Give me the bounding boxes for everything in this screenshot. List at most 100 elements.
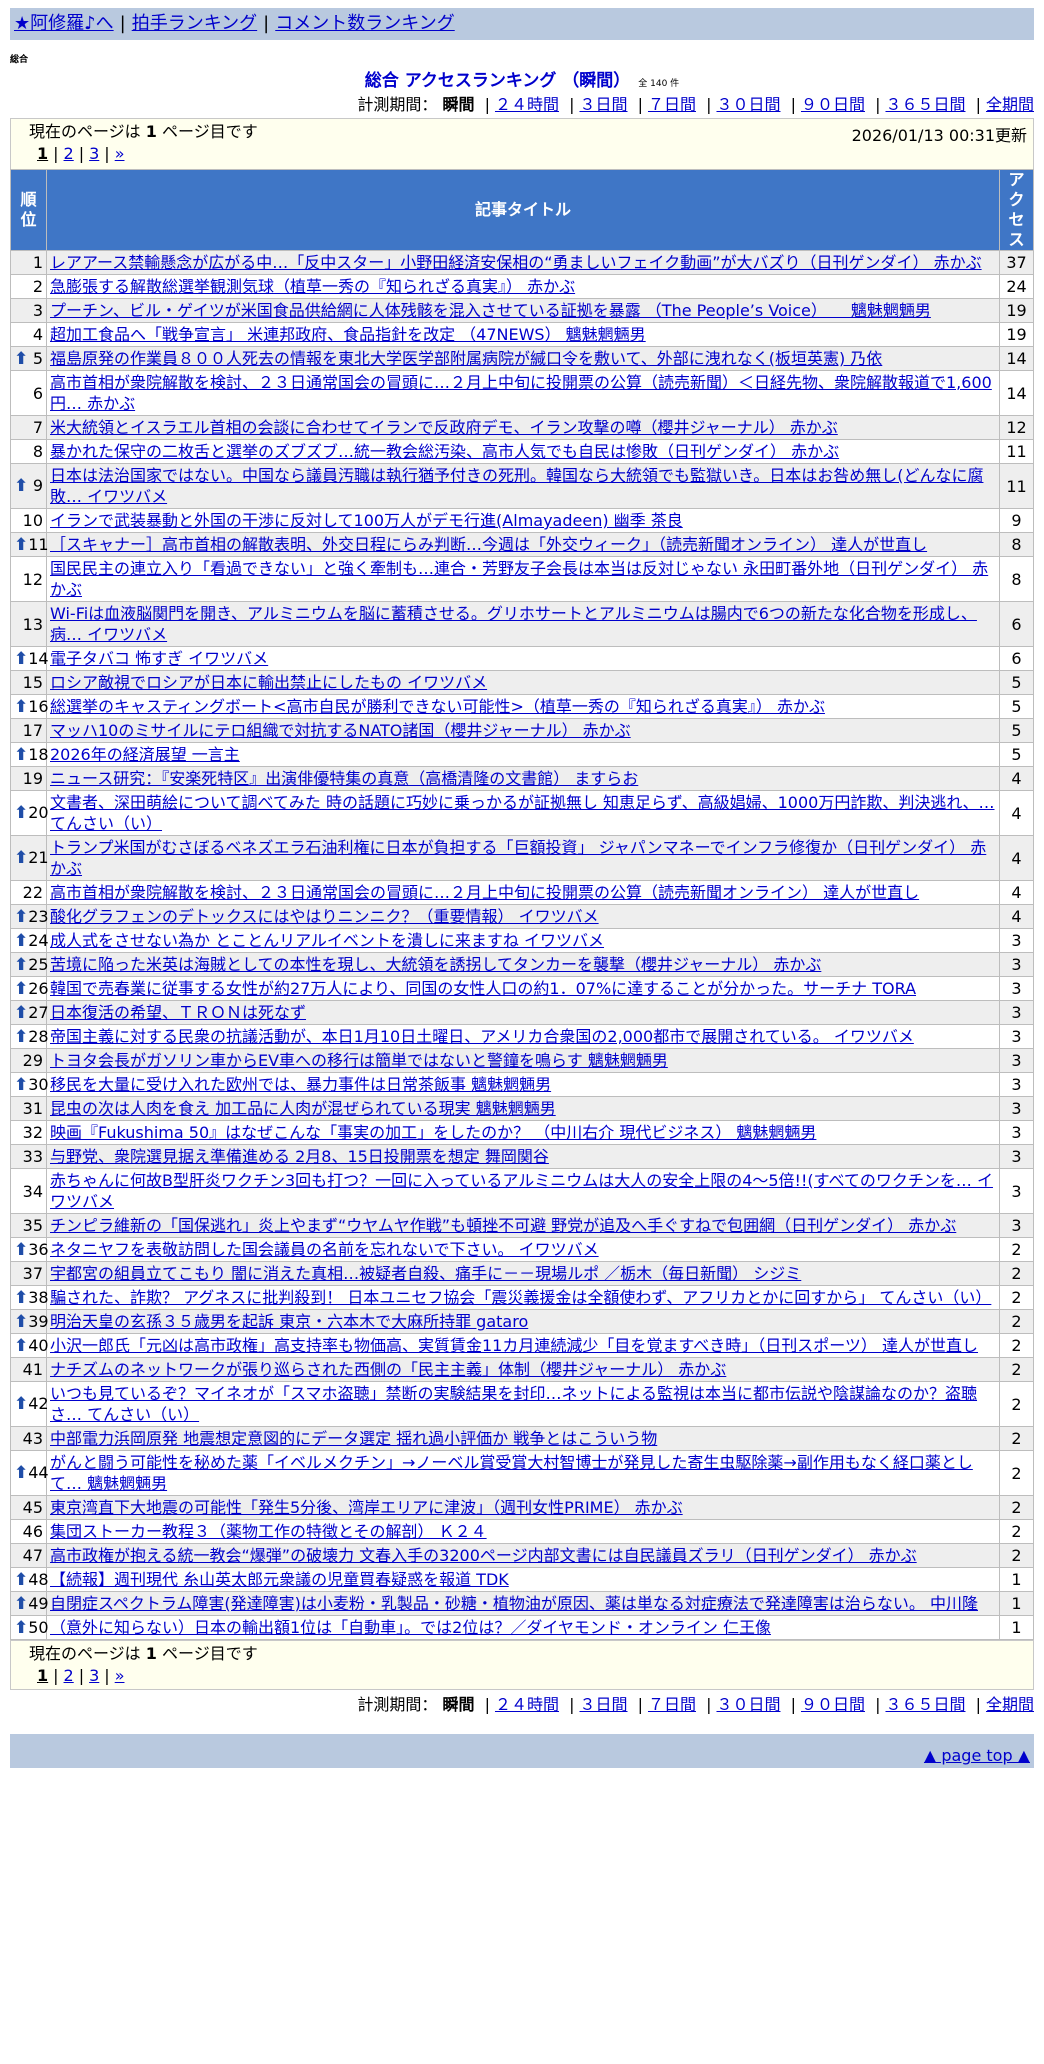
article-title-link[interactable]: 超加工食品へ「戦争宣言」 米連邦政府、食品指針を改定 （47NEWS） 魑魅魍魎… xyxy=(50,325,646,344)
article-title-link[interactable]: トヨタ会長がガソリン車からEV車への移行は簡単ではないと警鐘を鳴らす 魑魅魍魎男 xyxy=(50,1051,668,1070)
period-option[interactable]: ７日間 xyxy=(648,1695,696,1714)
article-title-link[interactable]: 国民民主の連立入り「看過できない」と強く牽制も…連合・芳野友子会長は本当は反対じ… xyxy=(50,559,988,599)
article-title-link[interactable]: 自閉症スペクトラム障害(発達障害)は小麦粉・乳製品・砂糖・植物油が原因、薬は単な… xyxy=(50,1594,978,1613)
rank-cell: 35 xyxy=(10,1213,47,1238)
article-title-link[interactable]: 2026年の経済展望 一言主 xyxy=(50,745,240,764)
article-title-link[interactable]: 宇都宮の組員立てこもり 闇に消えた真相…被疑者自殺、痛手に－－現場ルポ ／栃木（… xyxy=(50,1264,801,1283)
article-title-link[interactable]: 米大統領とイスラエル首相の会談に合わせてイランで反政府デモ、イラン攻撃の噂（櫻井… xyxy=(50,418,838,437)
table-row: ⬆ 39 明治天皇の玄孫３５歳男を起訴 東京・六本木で大麻所持罪 gataro 2 xyxy=(10,1309,1034,1334)
article-title-link[interactable]: 小沢一郎氏「元凶は高市政権」高支持率も物価高、実質賃金11カ月連続減少「目を覚ま… xyxy=(50,1336,978,1355)
period-option[interactable]: ３０日間 xyxy=(716,1695,780,1714)
article-title-link[interactable]: 映画『Fukushima 50』はなぜこんな「事実の加工」をしたのか？ （中川右… xyxy=(50,1123,816,1142)
article-title-link[interactable]: 苦境に陥った米英は海賊としての本性を現し、大統領を誘拐してタンカーを襲撃（櫻井ジ… xyxy=(50,955,821,974)
access-count: 8 xyxy=(999,556,1034,602)
nav-separator: | xyxy=(263,13,270,34)
article-title-link[interactable]: 騙された、詐欺？ アグネスに批判殺到！ 日本ユニセフ協会「震災義援金は全額使わず… xyxy=(50,1288,991,1307)
article-title-link[interactable]: 集団ストーカー教程３（薬物工作の特徴とその解剖） Ｋ２４ xyxy=(50,1522,487,1541)
period-option[interactable]: ２４時間 xyxy=(495,1695,559,1714)
title-cell: 映画『Fukushima 50』はなぜこんな「事実の加工」をしたのか？ （中川右… xyxy=(46,1120,1000,1145)
pager-page-link[interactable]: 2 xyxy=(64,1666,74,1685)
access-count: 4 xyxy=(999,835,1034,881)
period-option[interactable]: ３日間 xyxy=(579,95,627,114)
page: ★阿修羅♪へ | 拍手ランキング | コメント数ランキング 総合 総合 アクセスランキン… xyxy=(0,8,1044,1768)
article-title-link[interactable]: 酸化グラフェンのデトックスにはやはりニンニク？（重要情報） イワツバメ xyxy=(50,907,599,926)
article-title-link[interactable]: マッハ10のミサイルにテロ組織で対抗するNATO諸国（櫻井ジャーナル） 赤かぶ xyxy=(50,721,631,740)
article-title-link[interactable]: 明治天皇の玄孫３５歳男を起訴 東京・六本木で大麻所持罪 gataro xyxy=(50,1312,528,1331)
pager-page-link[interactable]: 2 xyxy=(64,144,74,163)
access-count: 2 xyxy=(999,1357,1034,1382)
title-cell: 文書者、深田萌絵について調べてみた 時の話題に巧妙に乗っかるが証拠無し 知恵足ら… xyxy=(46,790,1000,836)
article-title-link[interactable]: 昆虫の次は人肉を食え 加工品に人肉が混ぜられている現実 魑魅魍魎男 xyxy=(50,1099,556,1118)
article-title-link[interactable]: ナチズムのネットワークが張り巡らされた西側の「民主主義」体制（櫻井ジャーナル） … xyxy=(50,1360,726,1379)
period-option[interactable]: ３６５日間 xyxy=(885,1695,965,1714)
article-title-link[interactable]: 総選挙のキャスティングボート<高市自民が勝利できない可能性>（植草一秀の『知られ… xyxy=(50,697,825,716)
article-title-link[interactable]: ロシア敵視でロシアが日本に輸出禁止にしたもの イワツバメ xyxy=(50,673,487,692)
period-option[interactable]: 全期間 xyxy=(986,1695,1034,1714)
rank-number: 43 xyxy=(22,1429,43,1448)
article-title-link[interactable]: 高市政権が抱える統一教会“爆弾”の破壊力 文春入手の3200ページ内部文書には自… xyxy=(50,1546,917,1565)
article-title-link[interactable]: イランで武装暴動と外国の干渉に反対して100万人がデモ行進(Almayadeen… xyxy=(50,511,683,530)
title-cell: 移民を大量に受け入れた欧州では、暴力事件は日常茶飯事 魑魅魍魎男 xyxy=(46,1072,1000,1097)
article-title-link[interactable]: いつも見ているぞ？マイネオが「スマホ盗聴」禁断の実験結果を封印…ネットによる監視… xyxy=(50,1384,977,1424)
article-title-link[interactable]: 高市首相が衆院解散を検討、２３日通常国会の冒頭に…２月上中旬に投開票の公算（読売… xyxy=(50,883,919,902)
period-option[interactable]: ３６５日間 xyxy=(885,95,965,114)
rank-up-arrow-icon: ⬆ xyxy=(14,930,29,951)
rank-cell: 45 xyxy=(10,1495,47,1520)
period-option[interactable]: ２４時間 xyxy=(495,95,559,114)
access-count: 2 xyxy=(999,1237,1034,1262)
period-option[interactable]: ９０日間 xyxy=(801,95,865,114)
pager-page-link[interactable]: 3 xyxy=(89,144,99,163)
article-title-link[interactable]: Wi-Fiは血液脳関門を開き、アルミニウムを脳に蓄積させる。グリホサートとアルミ… xyxy=(50,604,977,644)
rank-cell: 13 xyxy=(10,601,47,647)
article-title-link[interactable]: チンピラ維新の「国保逃れ」炎上やまず“ウヤムヤ作戦”も頓挫不可避 野党が追及へ手… xyxy=(50,1216,956,1235)
article-title-link[interactable]: 急膨張する解散総選挙観測気球（植草一秀の『知られざる真実』） 赤かぶ xyxy=(50,277,575,296)
article-title-link[interactable]: 中部電力浜岡原発 地震想定意図的にデータ選定 揺れ過小評価か 戦争とはこういう物 xyxy=(50,1429,657,1448)
period-option[interactable]: 全期間 xyxy=(986,95,1034,114)
article-title-link[interactable]: トランプ米国がむさぼるベネズエラ石油利権に日本が負担する「巨額投資」 ジャパンマ… xyxy=(50,838,986,878)
article-title-link[interactable]: 日本は法治国家ではない。中国なら議員汚職は執行猶予付きの死刑。韓国なら大統領でも… xyxy=(50,466,983,506)
article-title-link[interactable]: 移民を大量に受け入れた欧州では、暴力事件は日常茶飯事 魑魅魍魎男 xyxy=(50,1075,551,1094)
article-title-link[interactable]: ニュース研究：『安楽死特区』出演俳優特集の真意（高橋清隆の文書館） ますらお xyxy=(50,769,638,788)
article-title-link[interactable]: 与野党、衆院選見据え準備進める 2月8、15日投開票を想定 舞岡関谷 xyxy=(50,1147,549,1166)
period-option[interactable]: ３日間 xyxy=(579,1695,627,1714)
article-title-link[interactable]: 成人式をさせない為か とことんリアルイベントを潰しに来ますね イワツバメ xyxy=(50,931,604,950)
title-cell: 超加工食品へ「戦争宣言」 米連邦政府、食品指針を改定 （47NEWS） 魑魅魍魎… xyxy=(46,322,1000,347)
article-title-link[interactable]: 日本復活の希望、ＴＲＯＮは死なず xyxy=(50,1003,306,1022)
period-option[interactable]: ３０日間 xyxy=(716,95,780,114)
period-option[interactable]: ７日間 xyxy=(648,95,696,114)
rank-up-arrow-icon: ⬆ xyxy=(14,534,29,555)
table-row: ⬆ 23 酸化グラフェンのデトックスにはやはりニンニク？（重要情報） イワツバメ 4 xyxy=(10,904,1034,929)
article-title-link[interactable]: 電子タバコ 怖すぎ イワツバメ xyxy=(50,649,268,668)
article-title-link[interactable]: レアアース禁輸懸念が広がる中…「反中スター」小野田経済安保相の“勇ましいフェイク… xyxy=(50,253,982,272)
column-header-title: 記事タイトル xyxy=(46,169,1000,251)
article-title-link[interactable]: 文書者、深田萌絵について調べてみた 時の話題に巧妙に乗っかるが証拠無し 知恵足ら… xyxy=(50,793,995,833)
nav-link-comment-ranking[interactable]: コメント数ランキング xyxy=(275,13,454,34)
pager-page-link[interactable]: 3 xyxy=(89,1666,99,1685)
nav-link-clap-ranking[interactable]: 拍手ランキング xyxy=(132,13,257,34)
article-title-link[interactable]: ネタニヤフを表敬訪問した国会議員の名前を忘れないで下さい。 イワツバメ xyxy=(50,1240,599,1259)
article-title-link[interactable]: 高市首相が衆院解散を検討、２３日通常国会の冒頭に…２月上中旬に投開票の公算（読売… xyxy=(50,373,992,413)
rank-up-arrow-icon: ⬆ xyxy=(14,803,29,823)
title-cell: 日本は法治国家ではない。中国なら議員汚職は執行猶予付きの死刑。韓国なら大統領でも… xyxy=(46,463,1000,509)
rank-up-arrow-icon: ⬆ xyxy=(14,1335,29,1356)
article-title-link[interactable]: プーチン、ビル・ゲイツが米国食品供給網に人体残骸を混入させている証拠を暴露 （T… xyxy=(50,301,931,320)
period-option[interactable]: ９０日間 xyxy=(801,1695,865,1714)
rank-number: 22 xyxy=(22,883,43,902)
article-title-link[interactable]: ［スキャナー］高市首相の解散表明、外交日程にらみ判断…今週は「外交ウィーク」（読… xyxy=(50,535,927,554)
article-title-link[interactable]: 【続報】週刊現代 糸山英太郎元衆議の児童買春疑惑を報道 TDK xyxy=(50,1570,509,1589)
article-title-link[interactable]: 帝国主義に対する民衆の抗議活動が、本日1月10日土曜日、アメリカ合衆国の2,00… xyxy=(50,1027,914,1046)
pager-next-link[interactable]: » xyxy=(115,144,125,163)
pager-next-link[interactable]: » xyxy=(115,1666,125,1685)
title-cell: 成人式をさせない為か とことんリアルイベントを潰しに来ますね イワツバメ xyxy=(46,928,1000,953)
article-title-link[interactable]: （意外に知らない）日本の輸出額1位は「自動車」。では2位は？／ダイヤモンド・オン… xyxy=(50,1618,771,1637)
article-title-link[interactable]: 暴かれた保守の二枚舌と選挙のズブズブ…統一教会総汚染、高市人気でも自民は惨敗（日… xyxy=(50,442,839,461)
article-title-link[interactable]: 韓国で売春業に従事する女性が約27万人により、同国の女性人口の約1．07%に達す… xyxy=(50,979,916,998)
access-count: 2 xyxy=(999,1495,1034,1520)
article-title-link[interactable]: がんと闘う可能性を秘めた薬「イベルメクチン」→ノーベル賞受賞大村智博士が発見した… xyxy=(50,1453,973,1493)
article-title-link[interactable]: 東京湾直下大地震の可能性「発生5分後、湾岸エリアに津波」（週刊女性PRIME） … xyxy=(50,1498,683,1517)
nav-link-asyura[interactable]: ★阿修羅♪へ xyxy=(14,13,114,34)
title-cell: ナチズムのネットワークが張り巡らされた西側の「民主主義」体制（櫻井ジャーナル） … xyxy=(46,1357,1000,1382)
page-top-link[interactable]: ▲ page top ▲ xyxy=(924,1746,1030,1765)
article-title-link[interactable]: 赤ちゃんに何故B型肝炎ワクチン3回も打つ？一回に入っているアルミニウムは大人の安… xyxy=(50,1171,993,1211)
article-title-link[interactable]: 福島原発の作業員８００人死去の情報を東北大学医学部附属病院が緘口令を敷いて、外部… xyxy=(50,349,882,368)
